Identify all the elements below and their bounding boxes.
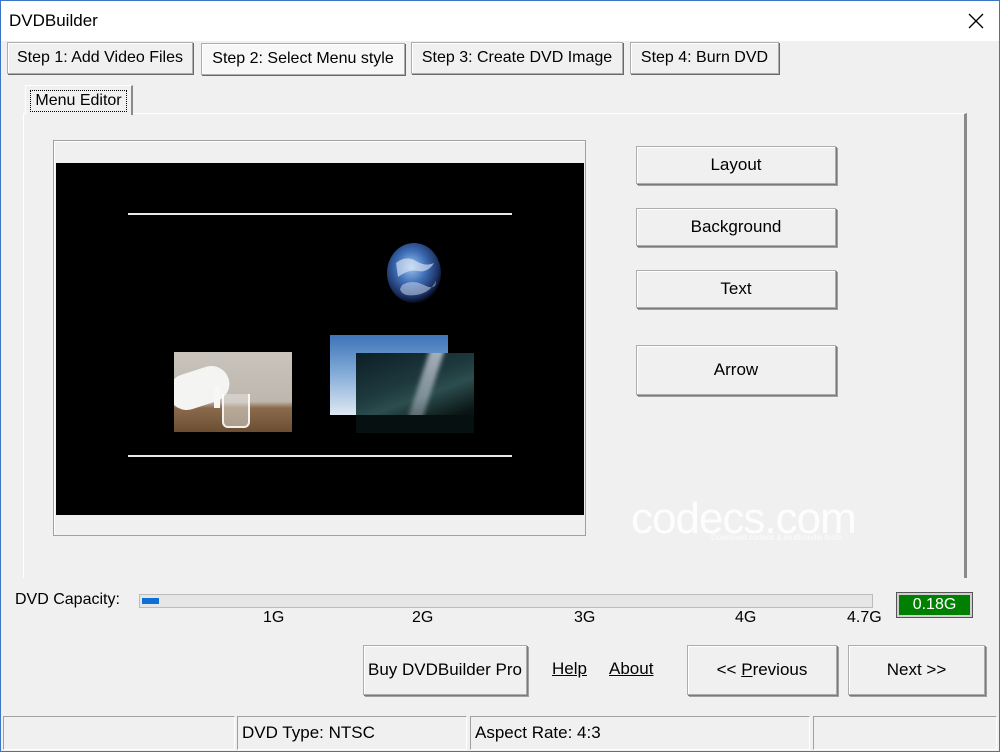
background-button[interactable]: Background xyxy=(636,208,836,246)
menu-preview[interactable] xyxy=(56,163,584,515)
close-icon xyxy=(968,13,984,29)
previous-prefix: << xyxy=(716,660,742,679)
status-dvd-type: DVD Type: NTSC xyxy=(237,716,467,750)
milkyway-thumbnail[interactable] xyxy=(356,353,474,433)
watermark-tagline: Download codecs & multimedia tools xyxy=(711,533,842,542)
step4-button[interactable]: Step 4: Burn DVD xyxy=(630,42,779,74)
status-bar: DVD Type: NTSC Aspect Rate: 4:3 xyxy=(1,713,999,751)
milk-thumbnail[interactable] xyxy=(174,352,292,432)
previous-accelerator: P xyxy=(741,660,753,679)
close-button[interactable] xyxy=(953,1,999,41)
capacity-tick: 1G xyxy=(263,609,285,626)
capacity-value: 0.18G xyxy=(896,592,973,618)
text-button[interactable]: Text xyxy=(636,270,836,308)
status-cell-right xyxy=(813,716,997,750)
help-link[interactable]: Help xyxy=(552,659,587,679)
previous-rest: revious xyxy=(752,660,808,679)
next-button[interactable]: Next >> xyxy=(848,645,985,695)
tab-label: Menu Editor xyxy=(30,89,127,112)
layout-button[interactable]: Layout xyxy=(636,146,836,184)
app-window: DVDBuilder Step 1: Add Video Files Step … xyxy=(0,0,1000,752)
tab-menu-editor[interactable]: Menu Editor xyxy=(25,85,133,115)
title-bar: DVDBuilder xyxy=(1,1,999,41)
buy-pro-button[interactable]: Buy DVDBuilder Pro xyxy=(363,645,527,695)
step3-button[interactable]: Step 3: Create DVD Image xyxy=(411,42,623,74)
capacity-bar xyxy=(139,594,873,608)
capacity-tick: 4G xyxy=(735,609,757,626)
arrow-button[interactable]: Arrow xyxy=(636,345,836,395)
window-title: DVDBuilder xyxy=(9,11,98,30)
status-cell-empty xyxy=(3,716,235,750)
capacity-tick: 3G xyxy=(574,609,596,626)
capacity-tick: 4.7G xyxy=(847,609,882,626)
status-aspect-rate: Aspect Rate: 4:3 xyxy=(470,716,810,750)
top-divider-line xyxy=(128,213,512,215)
capacity-fill xyxy=(142,598,159,604)
step1-button[interactable]: Step 1: Add Video Files xyxy=(7,42,193,74)
bottom-divider-line xyxy=(128,455,512,457)
previous-button[interactable]: << Previous xyxy=(687,645,837,695)
step2-button[interactable]: Step 2: Select Menu style xyxy=(201,43,405,75)
earth-image[interactable] xyxy=(384,241,444,305)
capacity-tick: 2G xyxy=(412,609,434,626)
capacity-label: DVD Capacity: xyxy=(15,591,120,608)
about-link[interactable]: About xyxy=(609,659,653,679)
